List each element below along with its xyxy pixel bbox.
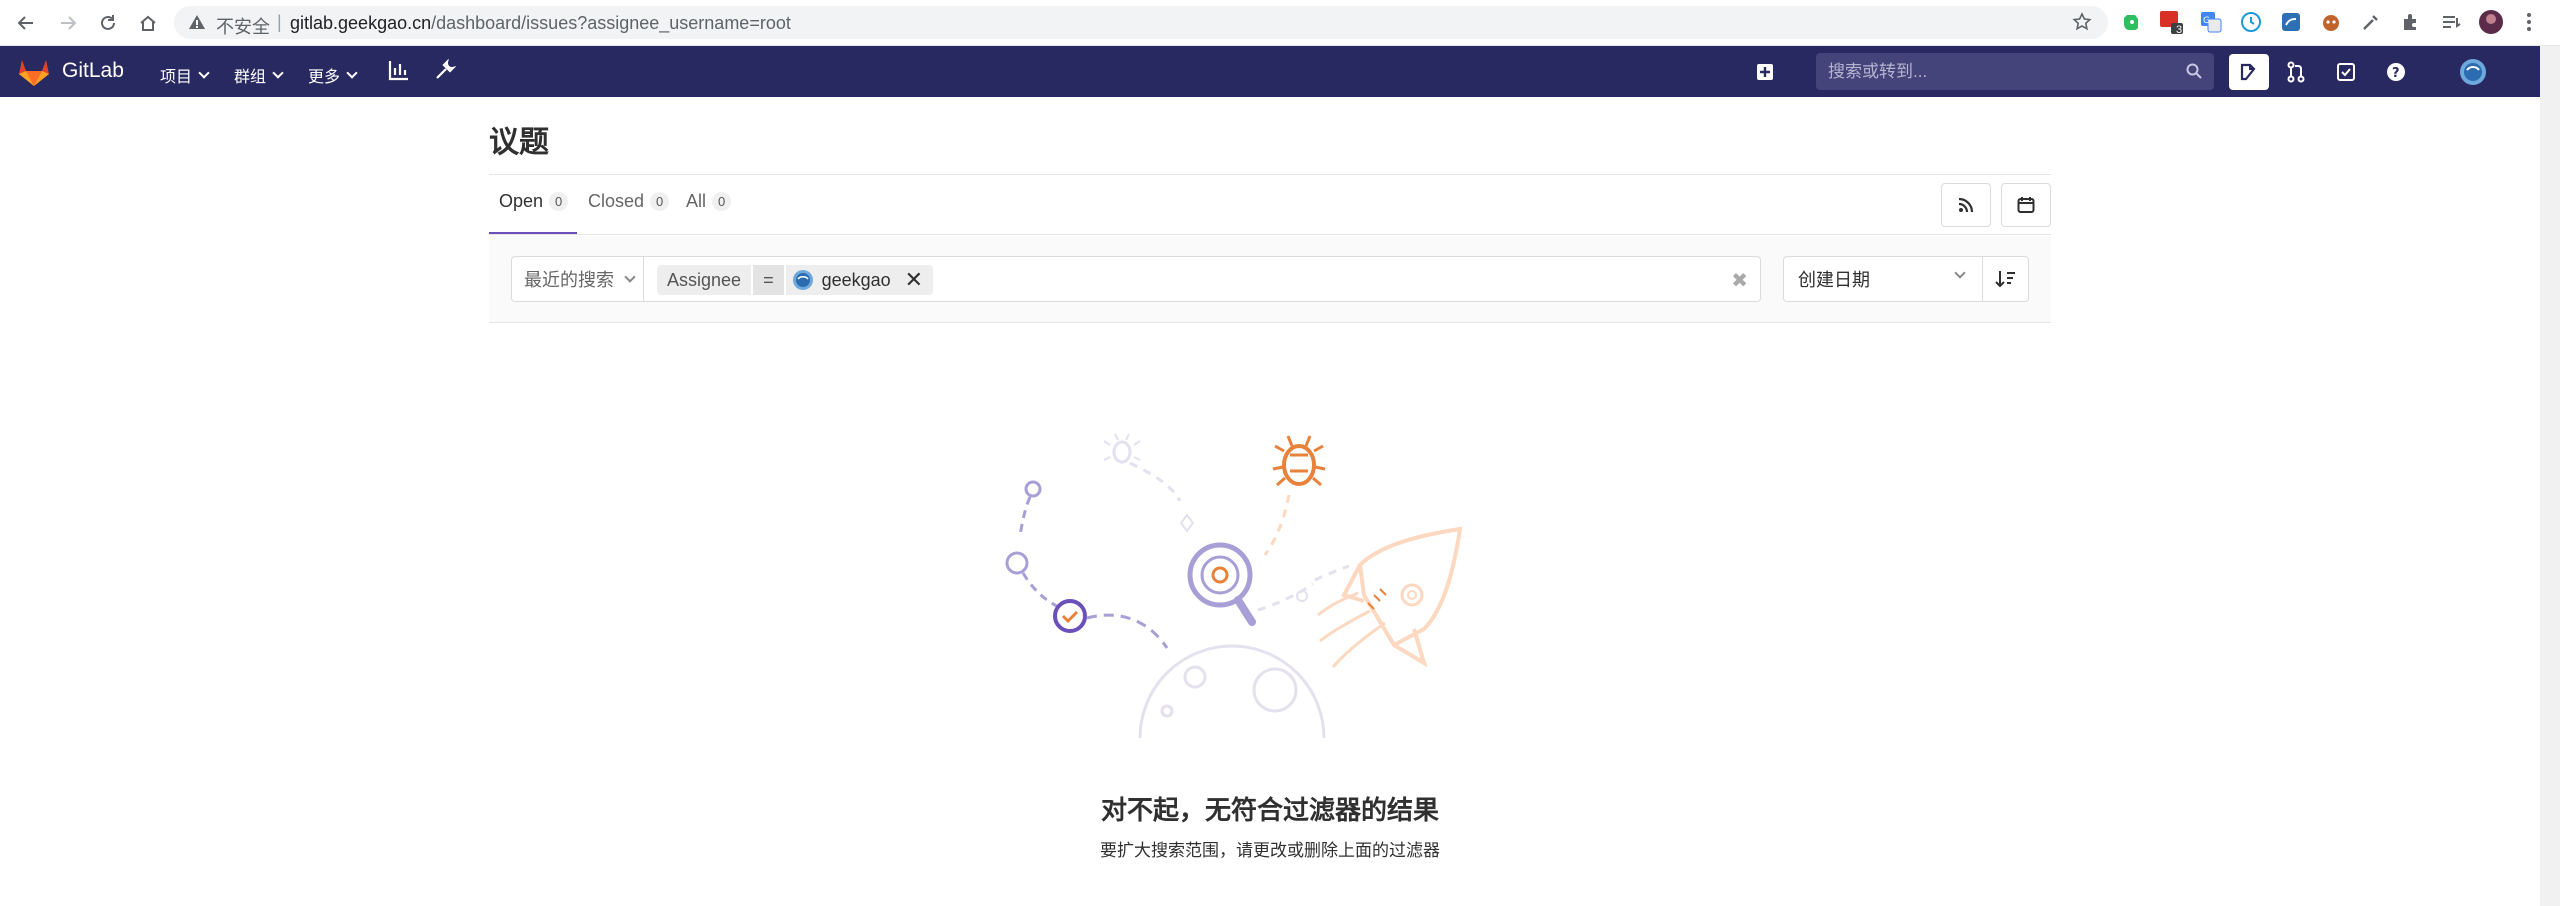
help-icon: ?: [2387, 63, 2405, 81]
token-value: geekgao ✕: [785, 265, 934, 295]
projects-menu-label: 项目: [160, 69, 193, 86]
chevron-down-icon: [272, 67, 284, 79]
translate-extension-icon[interactable]: G: [2198, 9, 2224, 35]
eyedropper-extension-icon[interactable]: [2358, 9, 2384, 35]
issues-icon: [2240, 63, 2256, 81]
groups-menu-label: 群组: [234, 69, 267, 86]
tab-closed-count: 0: [650, 192, 670, 211]
fox-extension-icon[interactable]: [2318, 9, 2344, 35]
forward-arrow-icon: [61, 16, 77, 30]
gitlab-brand[interactable]: GitLab: [62, 59, 124, 83]
todo-check-icon: [2337, 63, 2355, 81]
plus-square-icon: [1757, 64, 1773, 80]
gitlab-navbar: GitLab 项目 群组 更多 ?: [0, 46, 2540, 97]
reload-icon: [101, 15, 115, 30]
tab-all-label: All: [686, 191, 707, 211]
rss-icon: [1958, 197, 1974, 213]
page-scrollbar[interactable]: [2540, 46, 2560, 906]
navbar-search[interactable]: [1816, 53, 2214, 90]
merge-request-icon: [2287, 61, 2305, 83]
todos-nav-button[interactable]: [2326, 54, 2366, 90]
svg-text:G: G: [2203, 16, 2210, 26]
svg-text:?: ?: [2392, 66, 2400, 81]
tab-open[interactable]: Open 0: [499, 191, 569, 212]
search-input[interactable]: [1816, 53, 2214, 90]
url-text: gitlab.geekgao.cn/dashboard/issues?assig…: [290, 13, 791, 34]
remove-token-icon[interactable]: ✕: [905, 267, 923, 293]
recent-searches-dropdown[interactable]: 最近的搜索: [512, 257, 644, 301]
extension-badge-count: 3: [2176, 24, 2183, 36]
reload-button[interactable]: [94, 9, 122, 37]
filtered-search[interactable]: 最近的搜索 Assignee = geekgao ✕ ✖: [511, 256, 1761, 302]
admin-wrench-icon[interactable]: [434, 59, 456, 81]
filter-token-assignee[interactable]: Assignee = geekgao ✕: [657, 265, 934, 295]
browser-toolbar: 不安全 | gitlab.geekgao.cn/dashboard/issues…: [0, 0, 2560, 46]
sort-direction-button[interactable]: [1983, 256, 2029, 302]
forward-button[interactable]: [54, 9, 82, 37]
merge-requests-nav-button[interactable]: [2276, 54, 2316, 90]
chevron-down-icon: [624, 271, 636, 283]
address-bar[interactable]: 不安全 | gitlab.geekgao.cn/dashboard/issues…: [174, 6, 2108, 39]
sort-direction-icon: [1994, 271, 2015, 288]
tab-all[interactable]: All 0: [686, 191, 732, 212]
token-name: Assignee: [657, 265, 752, 295]
warning-icon: [189, 15, 205, 29]
recent-searches-label: 最近的搜索: [524, 270, 614, 290]
calendar-feed-button[interactable]: [2001, 183, 2051, 227]
chevron-down-icon: [1954, 267, 1966, 279]
tab-open-label: Open: [499, 191, 544, 211]
home-button[interactable]: [134, 9, 162, 37]
page-title: 议题: [489, 126, 549, 159]
help-dropdown[interactable]: ?: [2378, 54, 2424, 90]
extension-badge-icon[interactable]: 3: [2158, 9, 2184, 36]
search-icon: [2186, 63, 2202, 79]
chevron-down-icon: [198, 67, 210, 79]
chevron-down-icon: [346, 67, 358, 79]
title-divider: [489, 174, 2051, 175]
user-avatar-icon: [2460, 59, 2486, 85]
clear-search-icon[interactable]: ✖: [1731, 268, 1748, 293]
insecure-label: 不安全: [216, 17, 270, 37]
browser-menu-icon[interactable]: [2516, 9, 2542, 35]
groups-menu[interactable]: 群组: [234, 63, 284, 87]
clock-extension-icon[interactable]: [2238, 9, 2264, 35]
tab-closed-label: Closed: [588, 191, 645, 211]
issues-nav-button[interactable]: [2229, 54, 2269, 90]
home-icon: [140, 15, 156, 31]
gitlab-logo-icon[interactable]: [18, 57, 50, 87]
more-menu[interactable]: 更多: [308, 63, 358, 87]
new-item-dropdown[interactable]: [1748, 54, 1792, 90]
back-button[interactable]: [12, 9, 40, 37]
empty-state-illustration: [1005, 433, 1463, 739]
tab-open-count: 0: [549, 192, 569, 211]
empty-state-subtitle: 要扩大搜索范围，请更改或删除上面的过滤器: [1100, 841, 1440, 860]
back-arrow-icon: [17, 16, 33, 30]
assignee-avatar-icon: [792, 270, 813, 290]
tab-all-count: 0: [712, 192, 732, 211]
url-path: /dashboard/issues?assignee_username=root: [431, 13, 791, 33]
projects-menu[interactable]: 项目: [160, 63, 210, 87]
profile-avatar-icon[interactable]: [2478, 9, 2504, 35]
tab-closed[interactable]: Closed 0: [588, 191, 670, 212]
token-value-label: geekgao: [821, 269, 891, 290]
evernote-extension-icon[interactable]: [2118, 9, 2144, 35]
reading-list-icon[interactable]: [2438, 9, 2464, 35]
tabs-divider: [489, 234, 2051, 235]
filter-bar: 最近的搜索 Assignee = geekgao ✕ ✖ 创建日期: [489, 236, 2051, 323]
screenshot-extension-icon[interactable]: [2278, 9, 2304, 35]
url-separator: |: [277, 12, 282, 32]
rss-feed-button[interactable]: [1941, 183, 1991, 227]
activity-chart-icon[interactable]: [388, 59, 410, 81]
more-menu-label: 更多: [308, 69, 341, 86]
empty-state-title: 对不起，无符合过滤器的结果: [1100, 795, 1439, 825]
sort-label: 创建日期: [1798, 270, 1870, 290]
token-operator: =: [753, 265, 784, 295]
sort-dropdown[interactable]: 创建日期: [1783, 256, 1983, 302]
calendar-icon: [2017, 197, 2035, 213]
user-dropdown[interactable]: [2448, 54, 2508, 90]
bookmark-star-icon[interactable]: [2072, 12, 2092, 32]
url-host: gitlab.geekgao.cn: [290, 13, 432, 33]
puzzle-extensions-icon[interactable]: [2398, 9, 2424, 35]
